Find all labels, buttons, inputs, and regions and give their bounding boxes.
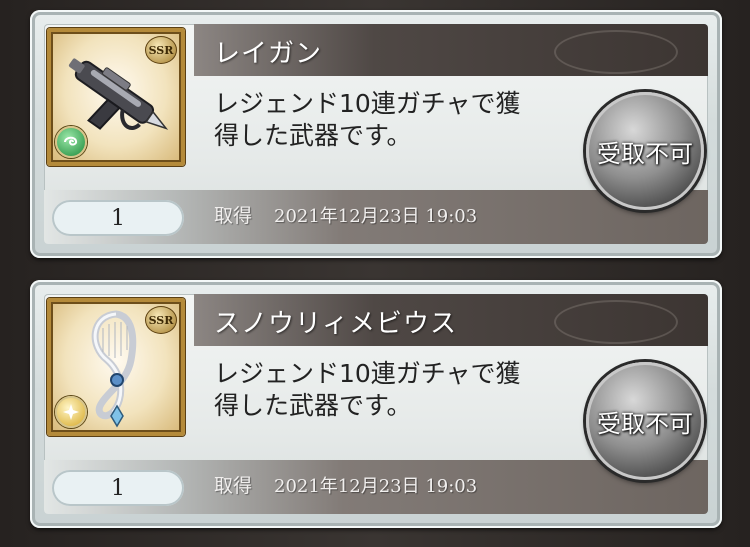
rarity-badge: SSR (145, 36, 177, 64)
item-card: スノウリィメビウス SSR レジェンド10連ガチャで獲 得した武器です。 1 取… (30, 280, 722, 528)
present-list: レイガン SSR レジェンド10連ガチャで獲 得した武器です。 1 取得 202… (0, 0, 750, 547)
weapon-thumbnail[interactable]: SSR (47, 298, 185, 436)
acquired-label: 取得 (214, 475, 253, 497)
weapon-thumbnail[interactable]: SSR (47, 28, 185, 166)
rarity-badge: SSR (145, 306, 177, 334)
quantity-pill: 1 (52, 470, 184, 506)
item-card: レイガン SSR レジェンド10連ガチャで獲 得した武器です。 1 取得 202… (30, 10, 722, 258)
acquired-date: 2021年12月23日 19:03 (274, 206, 478, 227)
item-description: レジェンド10連ガチャで獲 得した武器です。 (214, 89, 521, 150)
acquired-date: 2021年12月23日 19:03 (274, 476, 478, 497)
item-name: レイガン (214, 39, 323, 69)
wind-element-icon (55, 126, 87, 158)
item-description: レジェンド10連ガチャで獲 得した武器です。 (214, 359, 521, 420)
quantity-pill: 1 (52, 200, 184, 236)
item-name: スノウリィメビウス (214, 309, 458, 339)
sparkle-icon (63, 404, 79, 420)
claim-button[interactable]: 受取不可 (586, 362, 704, 480)
light-element-icon (55, 396, 87, 428)
swirl-icon (64, 136, 78, 146)
acquired-label: 取得 (214, 205, 253, 227)
claim-button[interactable]: 受取不可 (586, 92, 704, 210)
